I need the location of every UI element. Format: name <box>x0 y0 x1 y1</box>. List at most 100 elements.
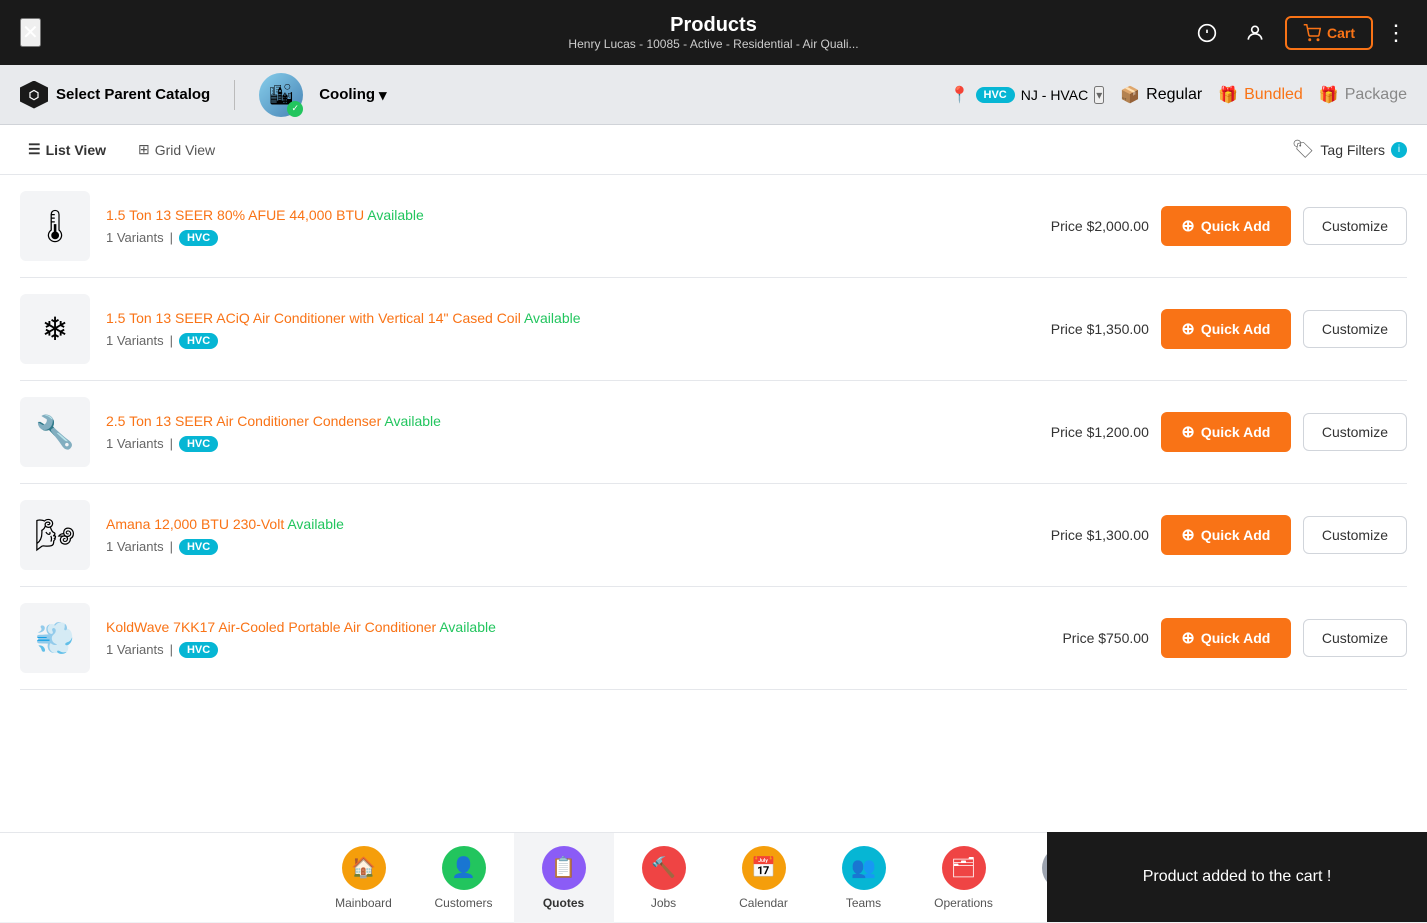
category-dropdown-button[interactable]: Cooling ▾ <box>319 86 386 104</box>
product-row: 🌬 Amana 12,000 BTU 230-Volt Available 1 … <box>20 484 1407 587</box>
hex-icon: ⬡ <box>20 81 48 109</box>
customize-button[interactable]: Customize <box>1303 619 1407 657</box>
product-name[interactable]: KoldWave 7KK17 Air-Cooled Portable Air C… <box>106 618 1046 638</box>
product-info: KoldWave 7KK17 Air-Cooled Portable Air C… <box>106 618 1046 658</box>
package-group: 🎁 Package <box>1319 85 1407 105</box>
plus-circle-icon: ⊕ <box>1181 525 1194 545</box>
meta-separator: | <box>170 642 173 657</box>
product-price: Price $1,350.00 <box>1051 321 1149 337</box>
catalog-logo: ⬡ Select Parent Catalog <box>20 81 210 109</box>
nav-item-customers[interactable]: 👤 Customers <box>414 833 514 923</box>
product-image: ❄ <box>20 294 90 364</box>
quick-add-button[interactable]: ⊕ Quick Add <box>1161 206 1291 246</box>
catalog-right: 📍 HVC NJ - HVAC ▾ 📦 Regular 🎁 Bundled 🎁 … <box>950 85 1407 105</box>
tag-icon: 🏷 <box>1292 139 1315 160</box>
product-actions: Price $1,200.00 ⊕ Quick Add Customize <box>1051 412 1407 452</box>
product-row: ❄ 1.5 Ton 13 SEER ACiQ Air Conditioner w… <box>20 278 1407 381</box>
nav-item-mainboard[interactable]: 🏠 Mainboard <box>314 833 414 923</box>
customize-button[interactable]: Customize <box>1303 413 1407 451</box>
customize-button[interactable]: Customize <box>1303 207 1407 245</box>
nav-item-jobs[interactable]: 🔨 Jobs <box>614 833 714 923</box>
product-meta: 1 Variants | HVC <box>106 539 1035 555</box>
catalog-divider <box>234 80 235 110</box>
product-name[interactable]: 1.5 Ton 13 SEER 80% AFUE 44,000 BTU Avai… <box>106 206 1035 226</box>
product-name[interactable]: 1.5 Ton 13 SEER ACiQ Air Conditioner wit… <box>106 309 1035 329</box>
close-button[interactable]: ✕ <box>20 18 41 47</box>
product-row: 💨 KoldWave 7KK17 Air-Cooled Portable Air… <box>20 587 1407 690</box>
nav-icon-calendar: 📅 <box>742 846 786 890</box>
nav-item-operations[interactable]: 🗂 Operations <box>914 833 1014 923</box>
variants-label: 1 Variants <box>106 539 164 554</box>
toast-message: Product added to the cart ! <box>1143 868 1332 886</box>
nav-icon-quotes: 📋 <box>542 846 586 890</box>
product-name[interactable]: 2.5 Ton 13 SEER Air Conditioner Condense… <box>106 412 1035 432</box>
meta-separator: | <box>170 333 173 348</box>
product-hvc-badge: HVC <box>179 539 218 555</box>
nav-item-calendar[interactable]: 📅 Calendar <box>714 833 814 923</box>
customize-button[interactable]: Customize <box>1303 516 1407 554</box>
nav-label-mainboard: Mainboard <box>335 896 392 910</box>
product-info: Amana 12,000 BTU 230-Volt Available 1 Va… <box>106 515 1035 555</box>
product-actions: Price $750.00 ⊕ Quick Add Customize <box>1062 618 1407 658</box>
product-name[interactable]: Amana 12,000 BTU 230-Volt Available <box>106 515 1035 535</box>
nav-icon-operations: 🗂 <box>942 846 986 890</box>
nav-item-teams[interactable]: 👥 Teams <box>814 833 914 923</box>
header-actions: Cart ⋮ <box>1189 15 1407 51</box>
availability-label: Available <box>287 516 344 532</box>
quick-add-label: Quick Add <box>1201 527 1271 543</box>
regular-icon: 📦 <box>1120 85 1140 105</box>
grid-view-icon: ⊞ <box>138 141 150 158</box>
quick-add-button[interactable]: ⊕ Quick Add <box>1161 515 1291 555</box>
location-text: NJ - HVAC <box>1021 87 1088 103</box>
category-name: Cooling <box>319 86 375 103</box>
page-title: Products <box>568 14 858 37</box>
product-info: 1.5 Ton 13 SEER ACiQ Air Conditioner wit… <box>106 309 1035 349</box>
person-icon-button[interactable] <box>1237 15 1273 51</box>
more-options-button[interactable]: ⋮ <box>1385 20 1407 46</box>
product-hvc-badge: HVC <box>179 436 218 452</box>
view-options: ☰ List View ⊞ Grid View <box>20 137 223 162</box>
product-actions: Price $1,350.00 ⊕ Quick Add Customize <box>1051 309 1407 349</box>
product-meta: 1 Variants | HVC <box>106 436 1035 452</box>
quick-add-button[interactable]: ⊕ Quick Add <box>1161 412 1291 452</box>
select-parent-catalog-label: Select Parent Catalog <box>56 86 210 103</box>
product-meta: 1 Variants | HVC <box>106 333 1035 349</box>
product-hvc-badge: HVC <box>179 230 218 246</box>
quick-add-button[interactable]: ⊕ Quick Add <box>1161 309 1291 349</box>
customize-button[interactable]: Customize <box>1303 310 1407 348</box>
product-actions: Price $2,000.00 ⊕ Quick Add Customize <box>1051 206 1407 246</box>
availability-label: Available <box>384 413 441 429</box>
plus-circle-icon: ⊕ <box>1181 422 1194 442</box>
product-row: 🔧 2.5 Ton 13 SEER Air Conditioner Conden… <box>20 381 1407 484</box>
cart-button[interactable]: Cart <box>1285 16 1373 50</box>
package-label: Package <box>1345 86 1407 104</box>
product-image: 🔧 <box>20 397 90 467</box>
nav-label-jobs: Jobs <box>651 896 676 910</box>
quick-add-button[interactable]: ⊕ Quick Add <box>1161 618 1291 658</box>
variants-label: 1 Variants <box>106 436 164 451</box>
product-row: 🌡 1.5 Ton 13 SEER 80% AFUE 44,000 BTU Av… <box>20 175 1407 278</box>
bundled-icon: 🎁 <box>1218 85 1238 105</box>
variants-label: 1 Variants <box>106 230 164 245</box>
list-view-label: List View <box>46 142 106 158</box>
quick-add-label: Quick Add <box>1201 218 1271 234</box>
variants-label: 1 Variants <box>106 333 164 348</box>
grid-view-button[interactable]: ⊞ Grid View <box>130 137 223 162</box>
list-view-button[interactable]: ☰ List View <box>20 137 114 162</box>
product-price: Price $750.00 <box>1062 630 1148 646</box>
product-actions: Price $1,300.00 ⊕ Quick Add Customize <box>1051 515 1407 555</box>
product-image: 💨 <box>20 603 90 673</box>
product-price: Price $1,200.00 <box>1051 424 1149 440</box>
location-dropdown-button[interactable]: ▾ <box>1094 86 1104 104</box>
grid-view-label: Grid View <box>155 142 215 158</box>
nav-icon-jobs: 🔨 <box>642 846 686 890</box>
product-info: 2.5 Ton 13 SEER Air Conditioner Condense… <box>106 412 1035 452</box>
catalog-check-icon: ✓ <box>287 101 303 117</box>
quick-add-label: Quick Add <box>1201 321 1271 337</box>
nav-item-quotes[interactable]: 📋 Quotes <box>514 833 614 923</box>
catalog-image-wrapper: 🏙 ✓ <box>259 73 303 117</box>
product-price: Price $2,000.00 <box>1051 218 1149 234</box>
filter-icon-button[interactable] <box>1189 15 1225 51</box>
info-icon[interactable]: i <box>1391 142 1407 158</box>
product-list: 🌡 1.5 Ton 13 SEER 80% AFUE 44,000 BTU Av… <box>0 175 1427 832</box>
